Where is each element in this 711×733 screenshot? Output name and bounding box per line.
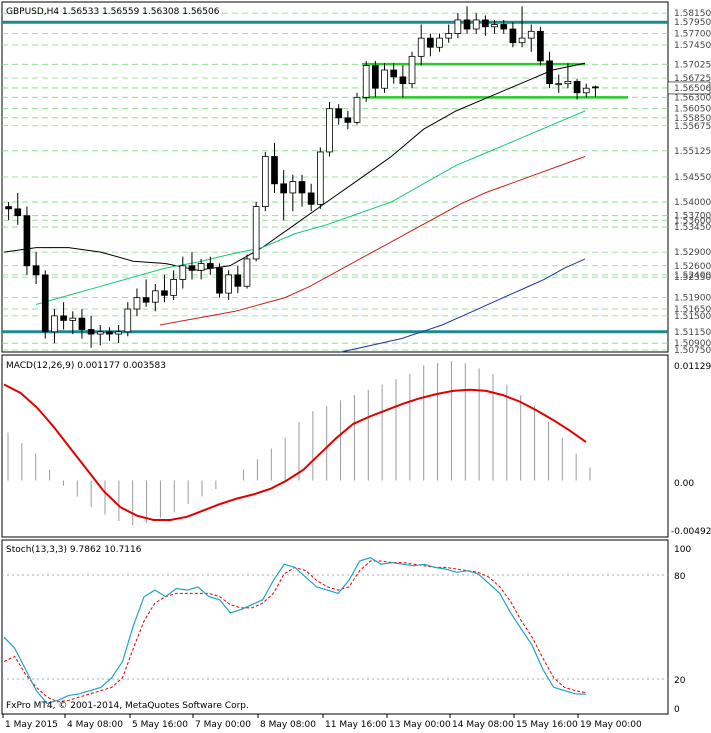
time-tick-label: 8 May 08:00	[260, 720, 316, 730]
price-tick-label: 1.52350	[674, 273, 711, 283]
candle	[261, 151, 269, 212]
time-tick-label: 1 May 2015	[5, 720, 58, 730]
chart-canvas[interactable]: GBPUSD,H4 1.56533 1.56559 1.56308 1.5650…	[0, 0, 711, 733]
price-tick-label: 1.56300	[674, 93, 711, 103]
macd-tick-zero: 0.00	[674, 479, 694, 489]
price-tick-label: 1.57950	[674, 18, 711, 28]
price-tick-label: 1.57025	[674, 60, 711, 70]
candle	[216, 263, 223, 298]
price-tick-label: 1.51500	[674, 312, 711, 322]
price-tick-label: 1.55675	[674, 122, 711, 132]
chart-ohlc: 1.56533 1.56559 1.56308 1.56506	[62, 7, 220, 17]
macd-tick-max: 0.011295	[674, 362, 711, 372]
candle	[537, 26, 544, 66]
time-tick-label: 4 May 08:00	[67, 720, 123, 730]
candle	[252, 202, 260, 262]
stoch-panel[interactable]: Stoch(13,3,3) 9.7862 10.7116 100 80 20 0…	[1, 539, 691, 715]
price-panel[interactable]: GBPUSD,H4 1.56533 1.56559 1.56308 1.5650…	[1, 1, 711, 356]
macd-tick-min: -0.004923	[671, 527, 711, 537]
price-tick-label: 1.51150	[674, 328, 711, 338]
watermark: FxPro MT4, © 2001-2014, MetaQuotes Softw…	[6, 701, 249, 711]
candle	[408, 51, 416, 89]
stoch-tick-0: 0	[674, 705, 680, 715]
time-tick-label: 7 May 00:00	[195, 720, 251, 730]
candle	[41, 270, 49, 339]
time-tick-label: 19 May 00:00	[580, 720, 642, 730]
time-tick-label: 11 May 16:00	[325, 720, 387, 730]
price-tick-label: 1.54000	[674, 198, 711, 208]
price-tick-label: 1.50750	[674, 346, 711, 356]
stoch-tick-100: 100	[674, 545, 691, 555]
price-tick-label: 1.53450	[674, 223, 711, 233]
price-tick-label: 1.52900	[674, 248, 711, 258]
price-tick-label: 1.57450	[674, 41, 711, 51]
macd-panel[interactable]: MACD(12,26,9) 0.001177 0.003583 0.011295…	[1, 354, 711, 538]
price-tick-label: 1.57700	[674, 30, 711, 40]
candle	[23, 206, 31, 275]
time-tick-label: 13 May 00:00	[389, 720, 451, 730]
time-tick-label: 14 May 08:00	[452, 720, 514, 730]
candle	[326, 101, 333, 157]
candle	[317, 147, 324, 209]
price-tick-label: 1.55125	[674, 147, 711, 157]
stoch-tick-20: 20	[674, 676, 686, 686]
time-tick-label: 15 May 16:00	[516, 720, 578, 730]
time-tick-label: 5 May 16:00	[132, 720, 188, 730]
price-tick-label: 1.54550	[674, 173, 711, 183]
stoch-title: Stoch(13,3,3) 9.7862 10.7116	[6, 545, 142, 555]
candle	[353, 92, 361, 125]
macd-title: MACD(12,26,9) 0.001177 0.003583	[6, 361, 166, 371]
candle	[243, 254, 251, 289]
chart-symbol: GBPUSD,H4	[6, 7, 59, 17]
chart-window: GBPUSD,H4 1.56533 1.56559 1.56308 1.5650…	[0, 0, 711, 733]
stoch-tick-80: 80	[674, 572, 686, 582]
price-tick-label: 1.51900	[674, 294, 711, 304]
candle	[362, 60, 370, 102]
